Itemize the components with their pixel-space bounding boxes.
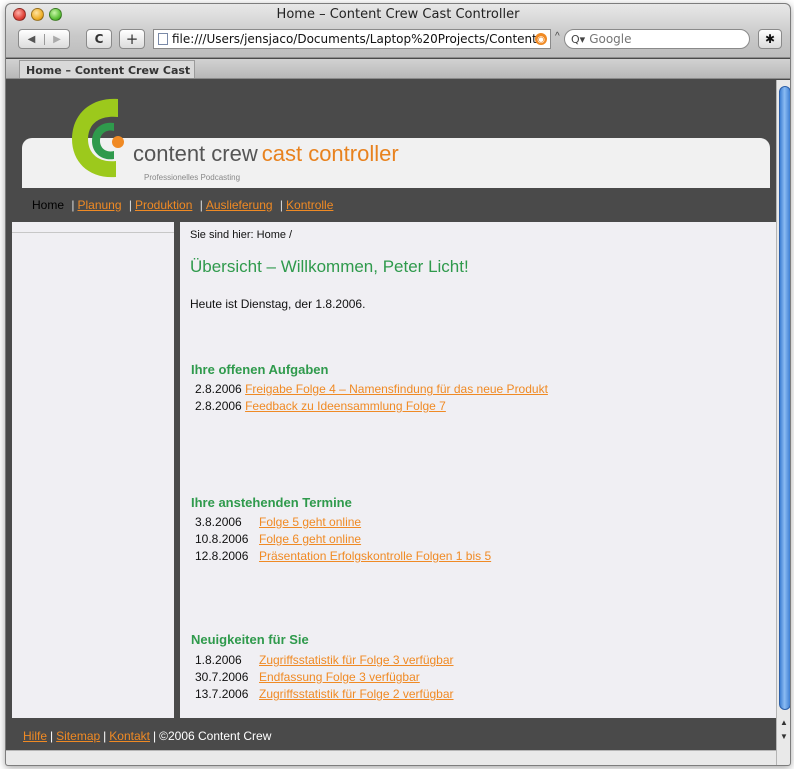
task-date: 2.8.2006 [195, 382, 242, 396]
content-area: Sie sind hier: Home / Übersicht – Willko… [12, 222, 776, 718]
news-date: 13.7.2006 [195, 687, 249, 701]
footer-separator: | [103, 729, 107, 743]
news-link[interactable]: Zugriffsstatistik für Folge 3 verfügbar [259, 653, 454, 667]
brand-title: content crew cast controller [133, 141, 399, 167]
left-sidebar [12, 232, 174, 728]
bug-report-button[interactable]: ✱ [758, 29, 782, 49]
brand-tagline: Professionelles Podcasting [144, 173, 241, 182]
news-item: 30.7.2006 Endfassung Folge 3 verfügbar [195, 670, 420, 684]
scroll-down-icon[interactable]: ▼ [780, 732, 788, 741]
news-date: 1.8.2006 [195, 653, 242, 667]
news-item: 1.8.2006 Zugriffsstatistik für Folge 3 ve… [195, 653, 454, 667]
vertical-scrollbar[interactable]: ▲ ▼ [776, 80, 790, 765]
add-bookmark-button[interactable]: + [119, 29, 145, 49]
news-link[interactable]: Zugriffsstatistik für Folge 2 verfügbar [259, 687, 454, 701]
appointment-item: 12.8.2006 Präsentation Erfolgskontrolle F… [195, 549, 491, 563]
column-divider [174, 222, 180, 718]
tab-home[interactable]: Home – Content Crew Cast ... [19, 60, 195, 78]
back-forward-buttons: ◀ ▶ [18, 29, 70, 49]
web-page: content crew cast controller Professionel… [6, 80, 776, 765]
appointment-date: 3.8.2006 [195, 515, 242, 529]
browser-window: Home – Content Crew Cast Controller ◀ ▶ … [5, 3, 791, 766]
nav-item-auslieferung[interactable]: Auslieferung [206, 198, 273, 212]
news-item: 13.7.2006 Zugriffsstatistik für Folge 2 v… [195, 687, 454, 701]
reload-button[interactable]: C [86, 29, 112, 49]
footer-link-sitemap[interactable]: Sitemap [56, 729, 100, 743]
page-icon [158, 33, 168, 45]
copyright-text: ©2006 Content Crew [159, 729, 272, 743]
appointments-heading: Ihre anstehenden Termine [191, 495, 352, 510]
news-heading: Neuigkeiten für Sie [191, 632, 309, 647]
appointment-item: 10.8.2006 Folge 6 geht online [195, 532, 361, 546]
task-item: 2.8.2006 Freigabe Folge 4 – Namensfindun… [195, 382, 548, 396]
nav-separator: | [128, 198, 132, 212]
window-title: Home – Content Crew Cast Controller [276, 7, 520, 22]
appointment-date: 12.8.2006 [195, 549, 249, 563]
forward-arrow-icon[interactable]: ▶ [44, 33, 69, 45]
footer-link-hilfe[interactable]: Hilfe [23, 729, 47, 743]
search-input[interactable] [589, 32, 730, 46]
appointment-date: 10.8.2006 [195, 532, 249, 546]
main-content: Sie sind hier: Home / Übersicht – Willko… [186, 222, 766, 718]
news-link[interactable]: Endfassung Folge 3 verfügbar [259, 670, 420, 684]
main-navigation: Home | Planung | Produktion | Auslieferung … [6, 188, 776, 221]
scrollbar-thumb[interactable] [779, 86, 790, 710]
task-link[interactable]: Feedback zu Ideensammlung Folge 7 [245, 399, 446, 413]
back-arrow-icon[interactable]: ◀ [19, 34, 44, 45]
brand-main: content crew [133, 141, 258, 166]
browser-toolbar: ◀ ▶ C + file:///Users/jensjaco/Documents… [6, 25, 790, 53]
rss-icon[interactable]: ◉ [535, 33, 547, 45]
address-bar[interactable]: file:///Users/jensjaco/Documents/Laptop%… [153, 29, 551, 49]
breadcrumb: Sie sind hier: Home / [190, 229, 293, 241]
nav-separator: | [199, 198, 203, 212]
footer-separator: | [50, 729, 54, 743]
appointment-link[interactable]: Folge 6 geht online [259, 532, 361, 546]
scroll-up-icon[interactable]: ▲ [780, 718, 788, 727]
address-text: file:///Users/jensjaco/Documents/Laptop%… [172, 32, 537, 46]
address-caret-icon: ^ [555, 31, 560, 42]
page-title: Übersicht – Willkommen, Peter Licht! [190, 257, 469, 276]
appointment-item: 3.8.2006 Folge 5 geht online [195, 515, 361, 529]
nav-item-produktion[interactable]: Produktion [135, 198, 192, 212]
task-item: 2.8.2006 Feedback zu Ideensammlung Folge… [195, 399, 446, 413]
nav-separator: | [71, 198, 75, 212]
nav-separator: | [279, 198, 284, 212]
plus-icon: + [125, 30, 139, 48]
footer-separator: | [153, 729, 157, 743]
current-date-text: Heute ist Dienstag, der 1.8.2006. [190, 297, 366, 311]
news-date: 30.7.2006 [195, 670, 249, 684]
nav-item-kontrolle[interactable]: Kontrolle [286, 198, 333, 212]
nav-item-home: Home [32, 198, 65, 212]
horizontal-scrollbar[interactable] [6, 750, 776, 765]
search-field[interactable]: Q▾ [564, 29, 750, 49]
task-link[interactable]: Freigabe Folge 4 – Namensfindung für das… [245, 382, 548, 396]
reload-icon: C [94, 32, 104, 46]
footer-link-kontakt[interactable]: Kontakt [109, 729, 150, 743]
tasks-heading: Ihre offenen Aufgaben [191, 362, 329, 377]
content-crew-logo-icon [72, 98, 124, 178]
tab-bar: Home – Content Crew Cast ... [6, 59, 790, 79]
task-date: 2.8.2006 [195, 399, 242, 413]
brand-accent: cast controller [261, 141, 399, 166]
appointment-link[interactable]: Folge 5 geht online [259, 515, 361, 529]
bug-icon: ✱ [764, 32, 776, 46]
appointment-link[interactable]: Präsentation Erfolgskontrolle Folgen 1 b… [259, 549, 491, 563]
site-header: content crew cast controller Professionel… [12, 80, 776, 188]
nav-item-planung[interactable]: Planung [77, 198, 121, 212]
search-icon: Q▾ [571, 32, 586, 46]
browser-chrome: Home – Content Crew Cast Controller ◀ ▶ … [6, 4, 790, 58]
